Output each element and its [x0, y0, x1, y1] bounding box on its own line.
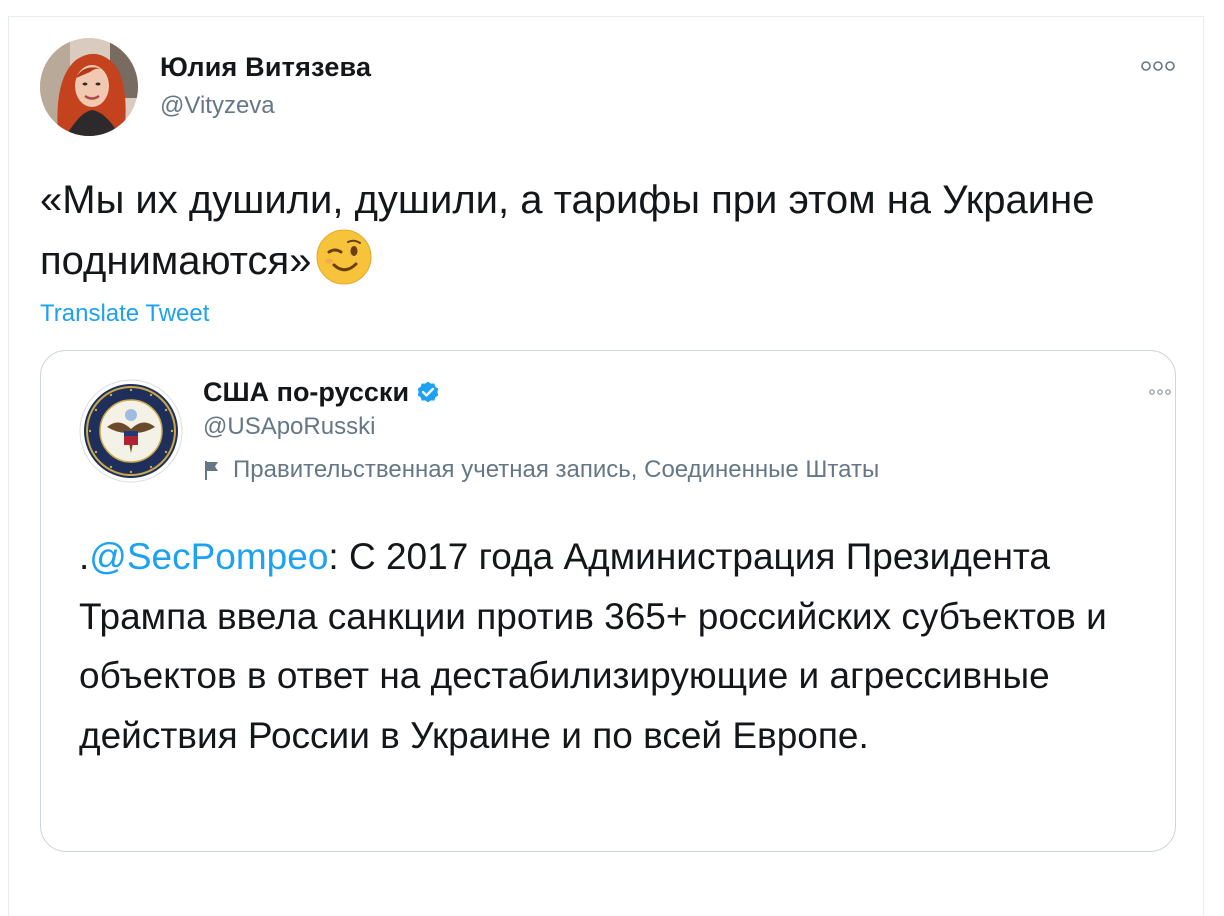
tweet-body: «Мы их душили, душили, а тарифы при этом… — [40, 178, 1095, 283]
more-horizontal-icon[interactable] — [1140, 58, 1176, 74]
quoted-tweet[interactable]: США по-русски @USApoRusski Правительстве… — [40, 350, 1176, 852]
quoted-author-name-text[interactable]: США по-русски — [203, 377, 409, 408]
quoted-text-prefix: . — [79, 536, 90, 577]
author-handle[interactable]: @Vityzeva — [160, 92, 275, 120]
translate-tweet-link[interactable]: Translate Tweet — [40, 300, 209, 328]
author-avatar[interactable] — [40, 38, 138, 136]
quoted-author-name[interactable]: США по-русски — [203, 377, 441, 408]
flag-icon — [205, 461, 218, 480]
state-department-seal-avatar[interactable] — [79, 379, 183, 483]
verified-badge-icon — [417, 381, 439, 402]
government-account-text: Правительственная учетная запись, Соедин… — [233, 456, 880, 483]
quoted-more-icon[interactable] — [1149, 387, 1171, 397]
tweet-text: «Мы их душили, душили, а тарифы при этом… — [40, 172, 1170, 289]
government-account-label: Правительственная учетная запись, Соедин… — [203, 456, 879, 484]
quoted-tweet-text: .@SecPompeo: С 2017 года Администрация П… — [79, 527, 1149, 765]
mention-link[interactable]: @SecPompeo — [89, 536, 328, 577]
author-name[interactable]: Юлия Витязева — [160, 52, 371, 83]
quoted-author-handle[interactable]: @USApoRusski — [203, 413, 375, 441]
winking-face-icon — [316, 229, 372, 285]
